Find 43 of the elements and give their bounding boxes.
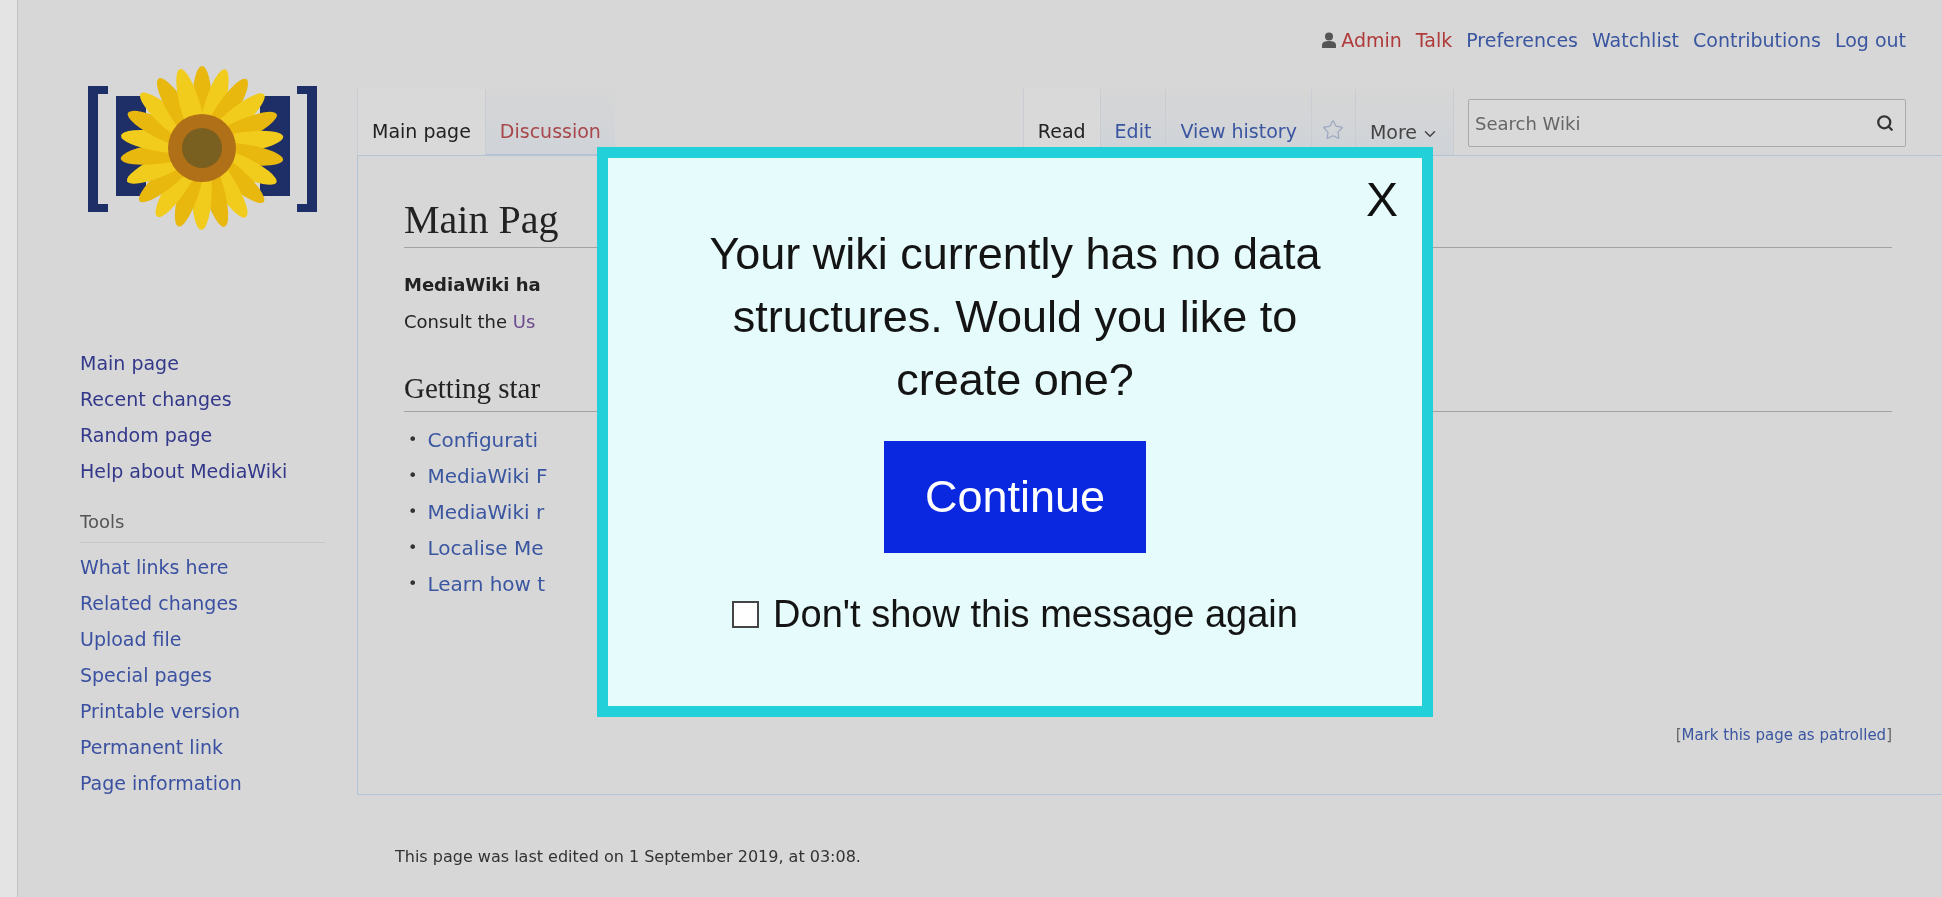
tools-heading: Tools [80, 511, 325, 543]
sidebar-link[interactable]: Upload file [80, 621, 357, 657]
sidebar-link[interactable]: Page information [80, 765, 357, 801]
search-field[interactable]: Search Wiki [1468, 99, 1906, 147]
user-menu-link[interactable]: Log out [1834, 29, 1906, 51]
user-menu-link[interactable]: Contributions [1693, 29, 1821, 51]
sidebar-link[interactable]: Special pages [80, 657, 357, 693]
user-icon [1322, 32, 1337, 48]
sidebar-link[interactable]: Main page [80, 345, 357, 381]
user-menu-link[interactable]: Watchlist [1591, 29, 1680, 51]
bullet: • [408, 573, 418, 595]
sidebar-link[interactable]: What links here [80, 549, 357, 585]
sidebar-link[interactable]: Permanent link [80, 729, 357, 765]
checkbox-label: Don't show this message again [773, 593, 1298, 636]
search-icon[interactable] [1876, 114, 1894, 132]
resource-link[interactable]: MediaWiki r [427, 494, 545, 530]
patrol-link[interactable]: Mark this page as patrolled [1681, 726, 1887, 744]
resource-link[interactable]: Configurati [427, 422, 539, 458]
user-menu-link[interactable]: Admin [1341, 29, 1402, 51]
sidebar-link[interactable]: Printable version [80, 693, 357, 729]
sidebar-link[interactable]: Recent changes [80, 381, 357, 417]
intro-text: MediaWiki ha [404, 274, 542, 295]
continue-button[interactable]: Continue [884, 441, 1146, 553]
resource-link[interactable]: Learn how t [427, 566, 546, 602]
page-tab[interactable]: Discussion [484, 89, 615, 155]
sidebar-link[interactable]: Help about MediaWiki [80, 453, 357, 489]
resource-link[interactable]: Localise Me [427, 530, 544, 566]
resource-link[interactable]: MediaWiki F [427, 458, 548, 494]
last-edited-text: This page was last edited on 1 September 2019, at 03:08. [394, 846, 862, 866]
sidebar-link[interactable]: Related changes [80, 585, 357, 621]
user-menu-link[interactable]: Talk [1415, 29, 1453, 51]
user-guide-link[interactable]: Us [512, 311, 536, 332]
bullet: • [408, 429, 418, 451]
user-menu-link[interactable]: Preferences [1466, 29, 1578, 51]
checkbox[interactable] [732, 601, 760, 628]
bracket: [ [1675, 726, 1682, 744]
body-text: Consult the [404, 311, 509, 332]
bullet: • [408, 537, 418, 559]
sidebar-link[interactable]: Random page [80, 417, 357, 453]
star-icon [1322, 119, 1345, 141]
bullet: • [408, 501, 418, 523]
bracket: ] [1886, 726, 1892, 744]
bullet: • [408, 465, 418, 487]
